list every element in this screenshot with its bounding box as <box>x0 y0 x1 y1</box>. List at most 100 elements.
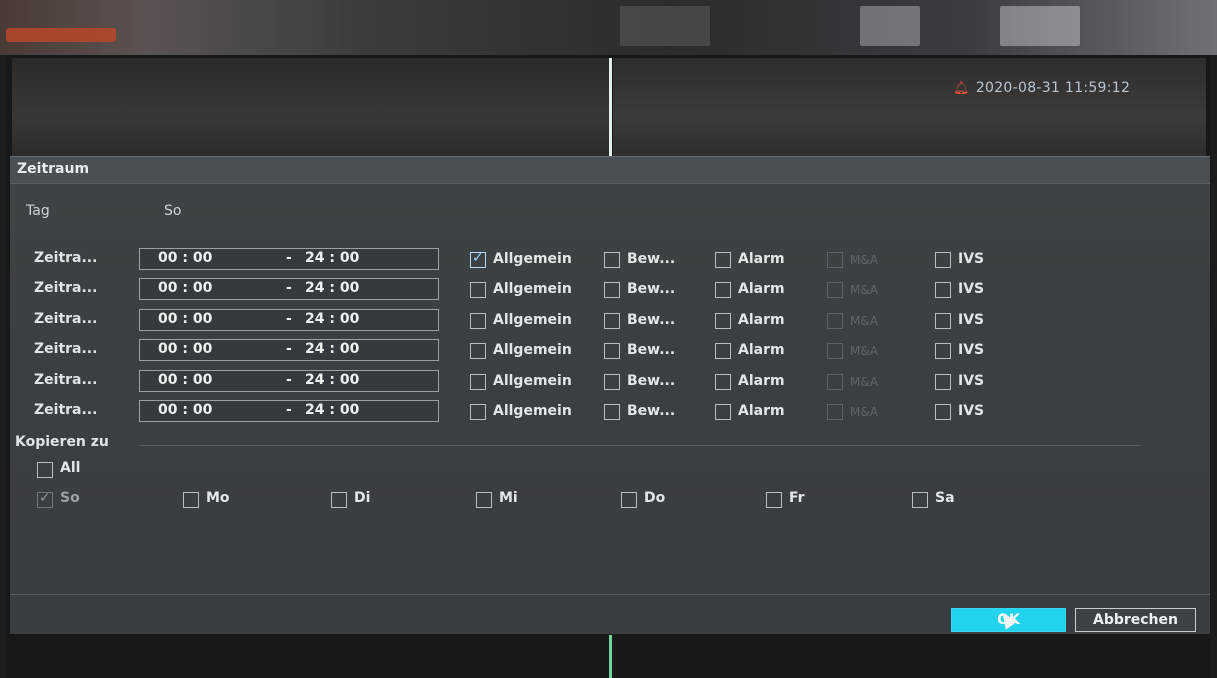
copy-day-checkbox[interactable] <box>766 492 782 508</box>
record-type-label: Alarm <box>738 373 785 389</box>
record-type-label: IVS <box>958 373 985 389</box>
record-type-label: Allgemein <box>493 251 572 267</box>
record-type-label: Allgemein <box>493 281 572 297</box>
background-object <box>6 28 116 42</box>
record-type-checkbox[interactable] <box>935 282 951 298</box>
record-type-checkbox[interactable] <box>470 404 486 420</box>
copy-section-title: Kopieren zu <box>15 434 109 450</box>
record-type-checkbox[interactable] <box>604 404 620 420</box>
record-type-checkbox[interactable] <box>470 343 486 359</box>
cancel-button[interactable]: Abbrechen <box>1075 608 1196 632</box>
copy-day-checkbox[interactable] <box>476 492 492 508</box>
record-type-label: M&A <box>850 375 878 389</box>
background-top-strip <box>0 0 1217 55</box>
record-type-checkbox <box>827 374 843 390</box>
record-type-checkbox[interactable] <box>715 343 731 359</box>
record-type-label: Alarm <box>738 403 785 419</box>
period-row-label: Zeitra... <box>34 311 98 327</box>
period-row-label: Zeitra... <box>34 341 98 357</box>
end-time: 24 : 00 <box>305 402 360 418</box>
copy-day-label: Di <box>354 490 371 506</box>
copy-all-checkbox[interactable] <box>37 462 53 478</box>
start-time: 00 : 00 <box>158 311 213 327</box>
end-time: 24 : 00 <box>305 250 360 266</box>
record-type-checkbox[interactable] <box>470 282 486 298</box>
record-type-checkbox[interactable] <box>935 404 951 420</box>
record-type-checkbox[interactable] <box>935 343 951 359</box>
end-time: 24 : 00 <box>305 311 360 327</box>
record-type-label: M&A <box>850 253 878 267</box>
record-type-checkbox[interactable] <box>935 313 951 329</box>
record-type-label: Allgemein <box>493 342 572 358</box>
range-separator: - <box>286 402 292 418</box>
record-type-checkbox <box>827 404 843 420</box>
record-type-label: M&A <box>850 314 878 328</box>
time-range-input[interactable]: 00 : 00 -24 : 00 <box>139 309 439 331</box>
record-type-label: Bew... <box>627 342 676 358</box>
record-type-label: Bew... <box>627 281 676 297</box>
time-range-input[interactable]: 00 : 00 -24 : 00 <box>139 248 439 270</box>
record-type-checkbox[interactable] <box>935 374 951 390</box>
dialog-header: Zeitraum <box>10 157 1210 184</box>
time-range-input[interactable]: 00 : 00 -24 : 00 <box>139 370 439 392</box>
record-type-checkbox[interactable] <box>470 250 486 268</box>
record-type-label: Alarm <box>738 312 785 328</box>
record-type-label: IVS <box>958 312 985 328</box>
record-type-label: IVS <box>958 403 985 419</box>
range-separator: - <box>286 280 292 296</box>
end-time: 24 : 00 <box>305 341 360 357</box>
end-time: 24 : 00 <box>305 372 360 388</box>
record-type-checkbox[interactable] <box>604 374 620 390</box>
time-range-input[interactable]: 00 : 00 -24 : 00 <box>139 339 439 361</box>
record-type-label: Allgemein <box>493 312 572 328</box>
range-separator: - <box>286 372 292 388</box>
record-type-label: M&A <box>850 283 878 297</box>
period-row-label: Zeitra... <box>34 402 98 418</box>
record-type-label: M&A <box>850 344 878 358</box>
copy-day-checkbox[interactable] <box>621 492 637 508</box>
record-type-label: Allgemein <box>493 373 572 389</box>
copy-day-label: So <box>60 490 80 506</box>
timestamp-text: 2020-08-31 11:59:12 <box>975 80 1131 96</box>
record-type-label: Allgemein <box>493 403 572 419</box>
copy-day-label: Do <box>644 490 666 506</box>
record-type-checkbox[interactable] <box>715 282 731 298</box>
start-time: 00 : 00 <box>158 402 213 418</box>
copy-day-checkbox[interactable] <box>331 492 347 508</box>
record-type-label: Alarm <box>738 281 785 297</box>
record-type-checkbox[interactable] <box>604 282 620 298</box>
record-type-checkbox[interactable] <box>715 252 731 268</box>
background-light <box>620 6 710 46</box>
record-type-checkbox[interactable] <box>604 343 620 359</box>
record-type-checkbox <box>827 252 843 268</box>
record-type-checkbox[interactable] <box>715 374 731 390</box>
time-range-input[interactable]: 00 : 00 -24 : 00 <box>139 400 439 422</box>
record-type-checkbox <box>827 343 843 359</box>
background-light <box>860 6 920 46</box>
record-type-checkbox[interactable] <box>604 313 620 329</box>
record-type-checkbox[interactable] <box>470 313 486 329</box>
start-time: 00 : 00 <box>158 250 213 266</box>
day-label: Tag <box>26 203 50 219</box>
video-channel-2[interactable] <box>613 58 1206 156</box>
footer-divider <box>10 594 1210 595</box>
copy-day-checkbox[interactable] <box>912 492 928 508</box>
record-type-label: M&A <box>850 405 878 419</box>
record-type-label: Bew... <box>627 403 676 419</box>
record-type-checkbox <box>827 313 843 329</box>
record-type-checkbox[interactable] <box>715 313 731 329</box>
start-time: 00 : 00 <box>158 341 213 357</box>
record-type-checkbox[interactable] <box>470 374 486 390</box>
time-range-input[interactable]: 00 : 00 -24 : 00 <box>139 278 439 300</box>
record-type-checkbox[interactable] <box>715 404 731 420</box>
video-channel-1[interactable] <box>12 58 609 156</box>
channel-divider-bottom <box>609 635 612 678</box>
record-type-label: Bew... <box>627 312 676 328</box>
copy-all-label: All <box>60 460 81 476</box>
record-type-label: IVS <box>958 281 985 297</box>
record-type-checkbox[interactable] <box>604 252 620 268</box>
record-type-label: IVS <box>958 342 985 358</box>
copy-day-checkbox[interactable] <box>183 492 199 508</box>
record-type-checkbox[interactable] <box>935 252 951 268</box>
record-type-label: IVS <box>958 251 985 267</box>
